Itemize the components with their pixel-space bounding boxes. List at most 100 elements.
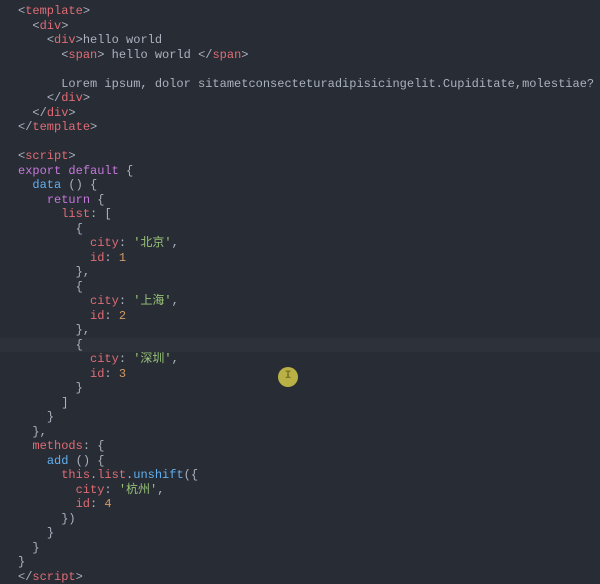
code-line[interactable]: } xyxy=(18,526,600,541)
code-line[interactable]: } xyxy=(18,410,600,425)
token-brace: }) xyxy=(61,512,75,526)
token-punct: , xyxy=(40,425,47,439)
code-line[interactable]: return { xyxy=(18,193,600,208)
token-str: '上海' xyxy=(133,294,171,308)
code-line[interactable]: } xyxy=(18,381,600,396)
token-tag: script xyxy=(25,149,68,163)
token-text xyxy=(18,381,76,395)
code-line[interactable]: city: '深圳', xyxy=(18,352,600,367)
token-punct: : xyxy=(119,294,126,308)
token-prop: id xyxy=(90,367,104,381)
token-text xyxy=(18,483,76,497)
token-text xyxy=(68,454,75,468)
code-line[interactable]: city: '上海', xyxy=(18,294,600,309)
token-prop: city xyxy=(90,294,119,308)
token-prop: id xyxy=(76,497,90,511)
token-text xyxy=(18,236,90,250)
code-line[interactable]: } xyxy=(18,555,600,570)
code-line[interactable]: </div> xyxy=(18,91,600,106)
token-num: 2 xyxy=(119,309,126,323)
token-punct: < xyxy=(47,33,54,47)
token-num: 4 xyxy=(104,497,111,511)
code-line[interactable]: methods: { xyxy=(18,439,600,454)
token-punct: </ xyxy=(32,106,46,120)
code-line[interactable]: city: '北京', xyxy=(18,236,600,251)
code-line[interactable]: { xyxy=(18,222,600,237)
code-line[interactable]: }) xyxy=(18,512,600,527)
code-line[interactable]: { xyxy=(0,338,600,353)
token-brace: { xyxy=(76,338,83,352)
token-punct: , xyxy=(172,236,179,250)
token-text xyxy=(18,91,47,105)
token-brace: } xyxy=(47,410,54,424)
token-text xyxy=(119,164,126,178)
code-line[interactable]: Lorem ipsum, dolor sitametconsecteturadi… xyxy=(18,77,600,92)
token-punct: : xyxy=(119,236,126,250)
token-text xyxy=(18,207,61,221)
code-line[interactable]: add () { xyxy=(18,454,600,469)
code-line[interactable]: id: 3 xyxy=(18,367,600,382)
code-line[interactable]: </div> xyxy=(18,106,600,121)
token-punct: > xyxy=(241,48,248,62)
code-line[interactable]: <script> xyxy=(18,149,600,164)
token-text xyxy=(18,526,47,540)
code-line[interactable]: <div>hello world xyxy=(18,33,600,48)
code-line[interactable]: <template> xyxy=(18,4,600,19)
token-punct: </ xyxy=(47,91,61,105)
code-line[interactable]: <div> xyxy=(18,19,600,34)
code-line[interactable]: </template> xyxy=(18,120,600,135)
code-line[interactable]: this.list.unshift({ xyxy=(18,468,600,483)
code-line[interactable]: id: 1 xyxy=(18,251,600,266)
code-line[interactable]: <span> hello world </span> xyxy=(18,48,600,63)
token-brace: ({ xyxy=(184,468,198,482)
token-text xyxy=(18,541,32,555)
token-prop: list xyxy=(61,207,90,221)
token-brace: } xyxy=(76,381,83,395)
code-editor[interactable]: <template> <div> <div>hello world <span>… xyxy=(18,4,600,584)
code-line[interactable]: }, xyxy=(18,265,600,280)
token-punct: > xyxy=(83,4,90,18)
code-line[interactable] xyxy=(18,62,600,77)
token-punct: , xyxy=(83,323,90,337)
token-punct: : xyxy=(104,309,111,323)
code-line[interactable]: data () { xyxy=(18,178,600,193)
token-punct: </ xyxy=(198,48,212,62)
token-punct: : xyxy=(104,251,111,265)
token-punct: < xyxy=(32,19,39,33)
code-line[interactable]: ] xyxy=(18,396,600,411)
token-brace: [ xyxy=(104,207,111,221)
token-text: hello world xyxy=(104,48,198,62)
code-line[interactable] xyxy=(18,135,600,150)
token-text xyxy=(18,48,61,62)
code-line[interactable]: }, xyxy=(18,323,600,338)
token-text xyxy=(18,454,47,468)
code-line[interactable]: export default { xyxy=(18,164,600,179)
code-line[interactable]: list: [ xyxy=(18,207,600,222)
token-tag: div xyxy=(54,33,76,47)
code-line[interactable]: { xyxy=(18,280,600,295)
token-text xyxy=(18,106,32,120)
token-text xyxy=(18,251,90,265)
token-this: this xyxy=(61,468,90,482)
token-tag: template xyxy=(32,120,90,134)
token-text xyxy=(112,251,119,265)
token-text xyxy=(18,323,76,337)
token-prop: list xyxy=(97,468,126,482)
token-prop: city xyxy=(76,483,105,497)
token-str: '杭州' xyxy=(119,483,157,497)
token-text: hello world xyxy=(83,33,162,47)
code-line[interactable]: city: '杭州', xyxy=(18,483,600,498)
token-prop: methods xyxy=(32,439,82,453)
code-line[interactable]: id: 4 xyxy=(18,497,600,512)
code-line[interactable]: } xyxy=(18,541,600,556)
token-brace: { xyxy=(126,164,133,178)
token-text xyxy=(18,280,76,294)
token-brace: } xyxy=(76,265,83,279)
token-punct: : xyxy=(104,483,111,497)
token-text xyxy=(18,19,32,33)
code-line[interactable]: id: 2 xyxy=(18,309,600,324)
code-line[interactable]: }, xyxy=(18,425,600,440)
token-tag: span xyxy=(68,48,97,62)
token-punct: > xyxy=(68,149,75,163)
token-tag: div xyxy=(61,91,83,105)
